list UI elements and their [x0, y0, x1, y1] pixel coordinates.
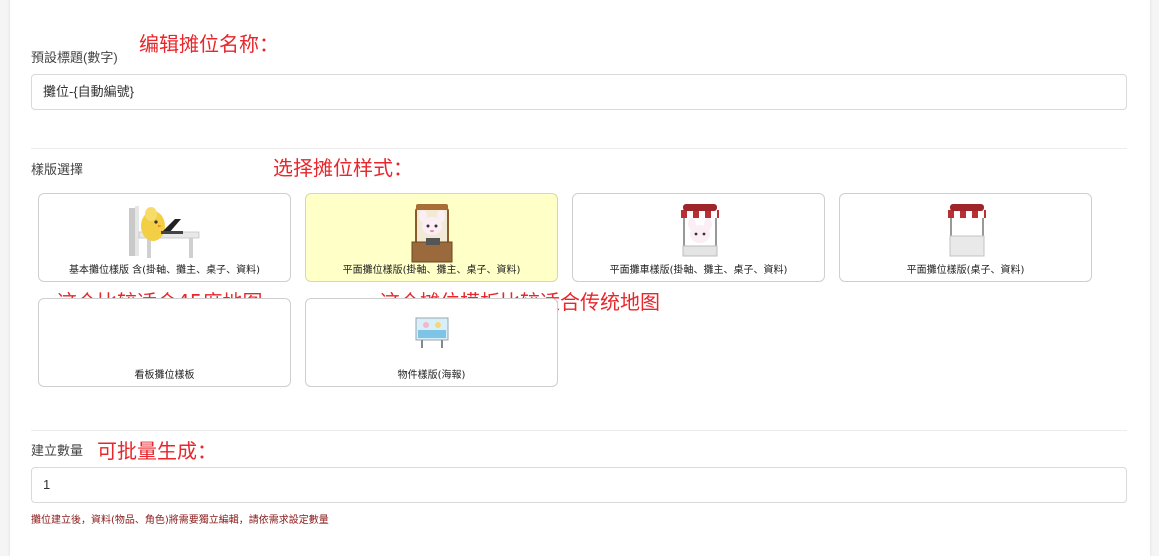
quantity-field-label: 建立數量: [31, 443, 84, 458]
quantity-hint: 攤位建立後，資料(物品、角色)將需要獨立編輯，請依需求設定數量: [31, 515, 329, 526]
template-card-title: 看板攤位樣板: [134, 370, 195, 381]
chick-at-desk-icon: [129, 206, 200, 258]
divider: [31, 148, 1127, 149]
template-card-title: 平面攤車樣版(掛軸、攤主、桌子、資料): [609, 265, 788, 276]
annotation-batch: 可批量生成：: [97, 439, 217, 463]
booth-with-bunny-icon: [411, 204, 453, 263]
template-section-label: 樣版選擇: [31, 162, 84, 177]
form-panel: 编辑摊位名称： 預設標題(數字) 攤位-{自動編號} 樣版選擇 选择摊位样式： …: [10, 0, 1150, 556]
awning-cart-bunny-icon: [681, 204, 719, 257]
template-card-flat-cart[interactable]: 平面攤車樣版(掛軸、攤主、桌子、資料): [572, 193, 825, 282]
title-input[interactable]: 攤位-{自動編號}: [31, 74, 1127, 110]
divider: [31, 430, 1127, 431]
template-card-title: 基本攤位樣版 含(掛軸、攤主、桌子、資料): [69, 265, 260, 276]
template-card-poster[interactable]: 物件樣版(海報): [305, 298, 558, 387]
template-card-title: 平面攤位樣版(掛軸、攤主、桌子、資料): [342, 265, 521, 276]
awning-stall-icon: [948, 204, 986, 257]
poster-board-icon: [415, 317, 449, 348]
template-card-flat-booth[interactable]: 平面攤位樣版(掛軸、攤主、桌子、資料): [305, 193, 558, 282]
quantity-input[interactable]: 1: [31, 467, 1127, 503]
template-card-title: 平面攤位樣版(桌子、資料): [906, 265, 1025, 276]
annotation-edit-name: 编辑摊位名称：: [139, 32, 279, 56]
template-card-signboard[interactable]: 看板攤位樣板: [38, 298, 291, 387]
template-card-flat-stall[interactable]: 平面攤位樣版(桌子、資料): [839, 193, 1092, 282]
template-card-basic[interactable]: 基本攤位樣版 含(掛軸、攤主、桌子、資料): [38, 193, 291, 282]
title-field-label: 預設標題(數字): [31, 50, 118, 65]
annotation-choose-style: 选择摊位样式：: [273, 156, 413, 180]
template-card-title: 物件樣版(海報): [397, 370, 466, 381]
